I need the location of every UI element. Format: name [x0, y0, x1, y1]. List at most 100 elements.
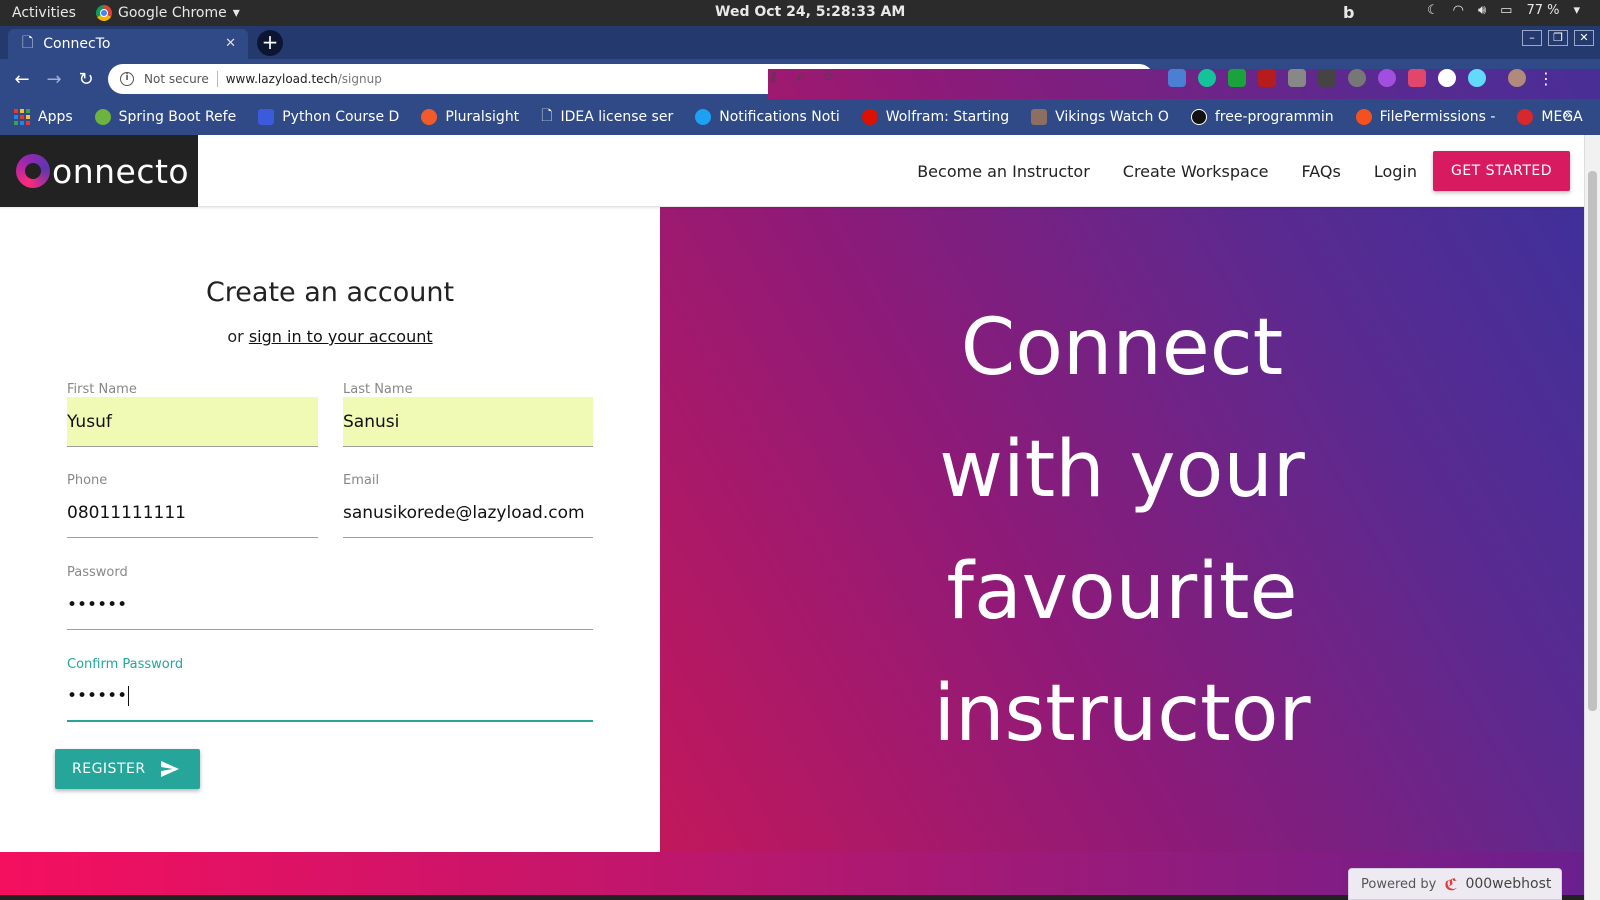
vikings-icon	[1031, 109, 1048, 125]
extension-icon[interactable]	[1438, 69, 1456, 87]
hero-line: Connect	[960, 303, 1284, 393]
menu-icon[interactable]: ⋮	[1538, 69, 1554, 88]
spring-icon	[94, 109, 111, 125]
scrollbar-thumb[interactable]	[1588, 171, 1597, 711]
last-name-field: Last Name Sanusi	[343, 382, 593, 447]
close-tab-icon[interactable]: ✕	[225, 36, 236, 51]
first-name-label: First Name	[67, 382, 137, 397]
bookmark-label: MEGA	[1541, 109, 1583, 125]
brand-name: onnecto	[52, 151, 190, 191]
night-light-icon: ☾	[1426, 3, 1439, 18]
first-name-field: First Name Yusuf	[67, 382, 318, 447]
react-devtools-icon[interactable]	[1468, 69, 1486, 87]
confirm-password-field: Confirm Password ••••••	[67, 657, 593, 722]
extension-icon[interactable]	[1168, 69, 1186, 87]
new-tab-button[interactable]: +	[257, 30, 283, 56]
hero-panel: Connect with your favourite instructor	[660, 207, 1584, 852]
bookmark-label: Wolfram: Starting	[885, 109, 1010, 125]
volume-icon: 🔊︎	[1477, 3, 1487, 18]
phone-input[interactable]: 08011111111	[67, 488, 318, 538]
bookmark-label: Vikings Watch O	[1055, 109, 1169, 125]
bookmark-item[interactable]: Vikings Watch O	[1031, 109, 1169, 125]
browser-tab[interactable]: 🗋 ConnecTo ✕	[8, 29, 248, 59]
ublock-icon[interactable]	[1258, 69, 1276, 87]
extension-icon[interactable]	[1348, 69, 1366, 87]
last-name-input[interactable]: Sanusi	[343, 397, 593, 447]
extensions-bar: ⋮	[1168, 69, 1554, 88]
bookmark-label: Pluralsight	[445, 109, 520, 125]
apps-icon	[14, 109, 30, 125]
activities-button[interactable]: Activities	[0, 5, 96, 21]
footer-band	[0, 852, 1584, 900]
last-name-label: Last Name	[343, 382, 413, 397]
bookmark-item[interactable]: Pluralsight	[421, 109, 519, 125]
email-label: Email	[343, 473, 380, 488]
python-course-icon	[258, 109, 275, 125]
nav-become-instructor[interactable]: Become an Instructor	[917, 162, 1090, 181]
bookmark-item[interactable]: Notifications Noti	[695, 109, 840, 125]
address-bar[interactable]: i Not secure www.lazyload.tech /signup ⚷…	[108, 64, 1600, 714]
profile-avatar[interactable]	[1508, 69, 1526, 87]
bookmark-item[interactable]: Python Course D	[258, 109, 399, 125]
bookmark-item[interactable]: MEGA	[1517, 109, 1583, 125]
site-navbar: onnecto Become an Instructor Create Work…	[0, 135, 1584, 207]
bookmark-item[interactable]: Spring Boot Refe	[94, 109, 237, 125]
hero-line: with your	[939, 425, 1305, 515]
forward-icon[interactable]: →	[38, 69, 70, 90]
first-name-input[interactable]: Yusuf	[67, 397, 318, 447]
info-icon[interactable]: i	[120, 72, 134, 86]
clock[interactable]: Wed Oct 24, 5:28:33 AM	[715, 4, 905, 20]
powered-by-text: Powered by	[1361, 876, 1437, 892]
app-menu[interactable]: Google Chrome ▾	[96, 5, 240, 21]
page-scrollbar[interactable]	[1584, 135, 1600, 900]
bookmark-label: FilePermissions -	[1379, 109, 1496, 125]
extension-icon[interactable]	[1408, 69, 1426, 87]
or-text: or	[227, 327, 249, 346]
minimize-button[interactable]: –	[1522, 30, 1542, 46]
bookmark-item[interactable]: Wolfram: Starting	[861, 109, 1010, 125]
site-logo[interactable]: onnecto	[0, 135, 198, 207]
bookmark-apps[interactable]: Apps	[14, 109, 73, 125]
bookmark-item[interactable]: 🗋 IDEA license ser	[541, 105, 673, 129]
extension-icon[interactable]	[1378, 69, 1396, 87]
grammarly-icon[interactable]	[1198, 69, 1216, 87]
logo-mark-icon	[16, 154, 50, 188]
form-title: Create an account	[205, 277, 455, 308]
system-tray[interactable]: ☾ ◠ 🔊︎ ▭ 77 % ▾	[1427, 3, 1580, 18]
bookmark-item[interactable]: FilePermissions -	[1355, 109, 1496, 125]
nav-login[interactable]: Login	[1374, 162, 1417, 181]
page-icon: 🗋	[22, 35, 34, 51]
get-started-button[interactable]: GET STARTED	[1432, 151, 1570, 191]
close-window-button[interactable]: ✕	[1574, 30, 1594, 46]
bookmark-label: free-programmin	[1214, 109, 1334, 125]
vue-devtools-icon[interactable]	[1288, 69, 1306, 87]
register-button[interactable]: REGISTER	[55, 749, 200, 789]
more-bookmarks-icon[interactable]: »	[1563, 107, 1572, 123]
security-status[interactable]: Not secure	[144, 72, 209, 86]
back-icon[interactable]: ←	[6, 69, 38, 90]
github-icon	[1190, 109, 1207, 125]
text-caret	[128, 686, 130, 706]
wolfram-icon	[861, 109, 878, 125]
powered-by-badge[interactable]: Powered by ℭ 000webhost	[1348, 868, 1562, 900]
restore-button[interactable]: ❐	[1548, 30, 1568, 46]
bookmarks-bar: Apps Spring Boot Refe Python Course D Pl…	[0, 99, 1600, 135]
signin-link[interactable]: sign in to your account	[249, 327, 433, 346]
reload-icon[interactable]: ↻	[70, 69, 102, 90]
cors-icon[interactable]	[1228, 69, 1246, 87]
tab-strip: 🗋 ConnecTo ✕ + – ❐ ✕	[0, 26, 1600, 59]
formula-icon[interactable]	[1318, 69, 1336, 87]
system-top-bar: Activities Google Chrome ▾ Wed Oct 24, 5…	[0, 0, 1600, 26]
bookmark-label: Notifications Noti	[719, 109, 840, 125]
password-input[interactable]: ••••••	[67, 580, 593, 630]
battery-level: 77 %	[1526, 3, 1560, 18]
bing-icon[interactable]: b	[1343, 3, 1354, 22]
bookmark-label: Spring Boot Refe	[118, 109, 237, 125]
phone-label: Phone	[67, 473, 108, 488]
chevron-down-icon: ▾	[1573, 3, 1580, 18]
nav-create-workspace[interactable]: Create Workspace	[1123, 162, 1269, 181]
email-input[interactable]: sanusikorede@lazyload.com	[343, 488, 593, 538]
bookmark-item[interactable]: free-programmin	[1190, 109, 1334, 125]
confirm-password-input[interactable]: ••••••	[67, 672, 593, 722]
nav-faqs[interactable]: FAQs	[1301, 162, 1340, 181]
